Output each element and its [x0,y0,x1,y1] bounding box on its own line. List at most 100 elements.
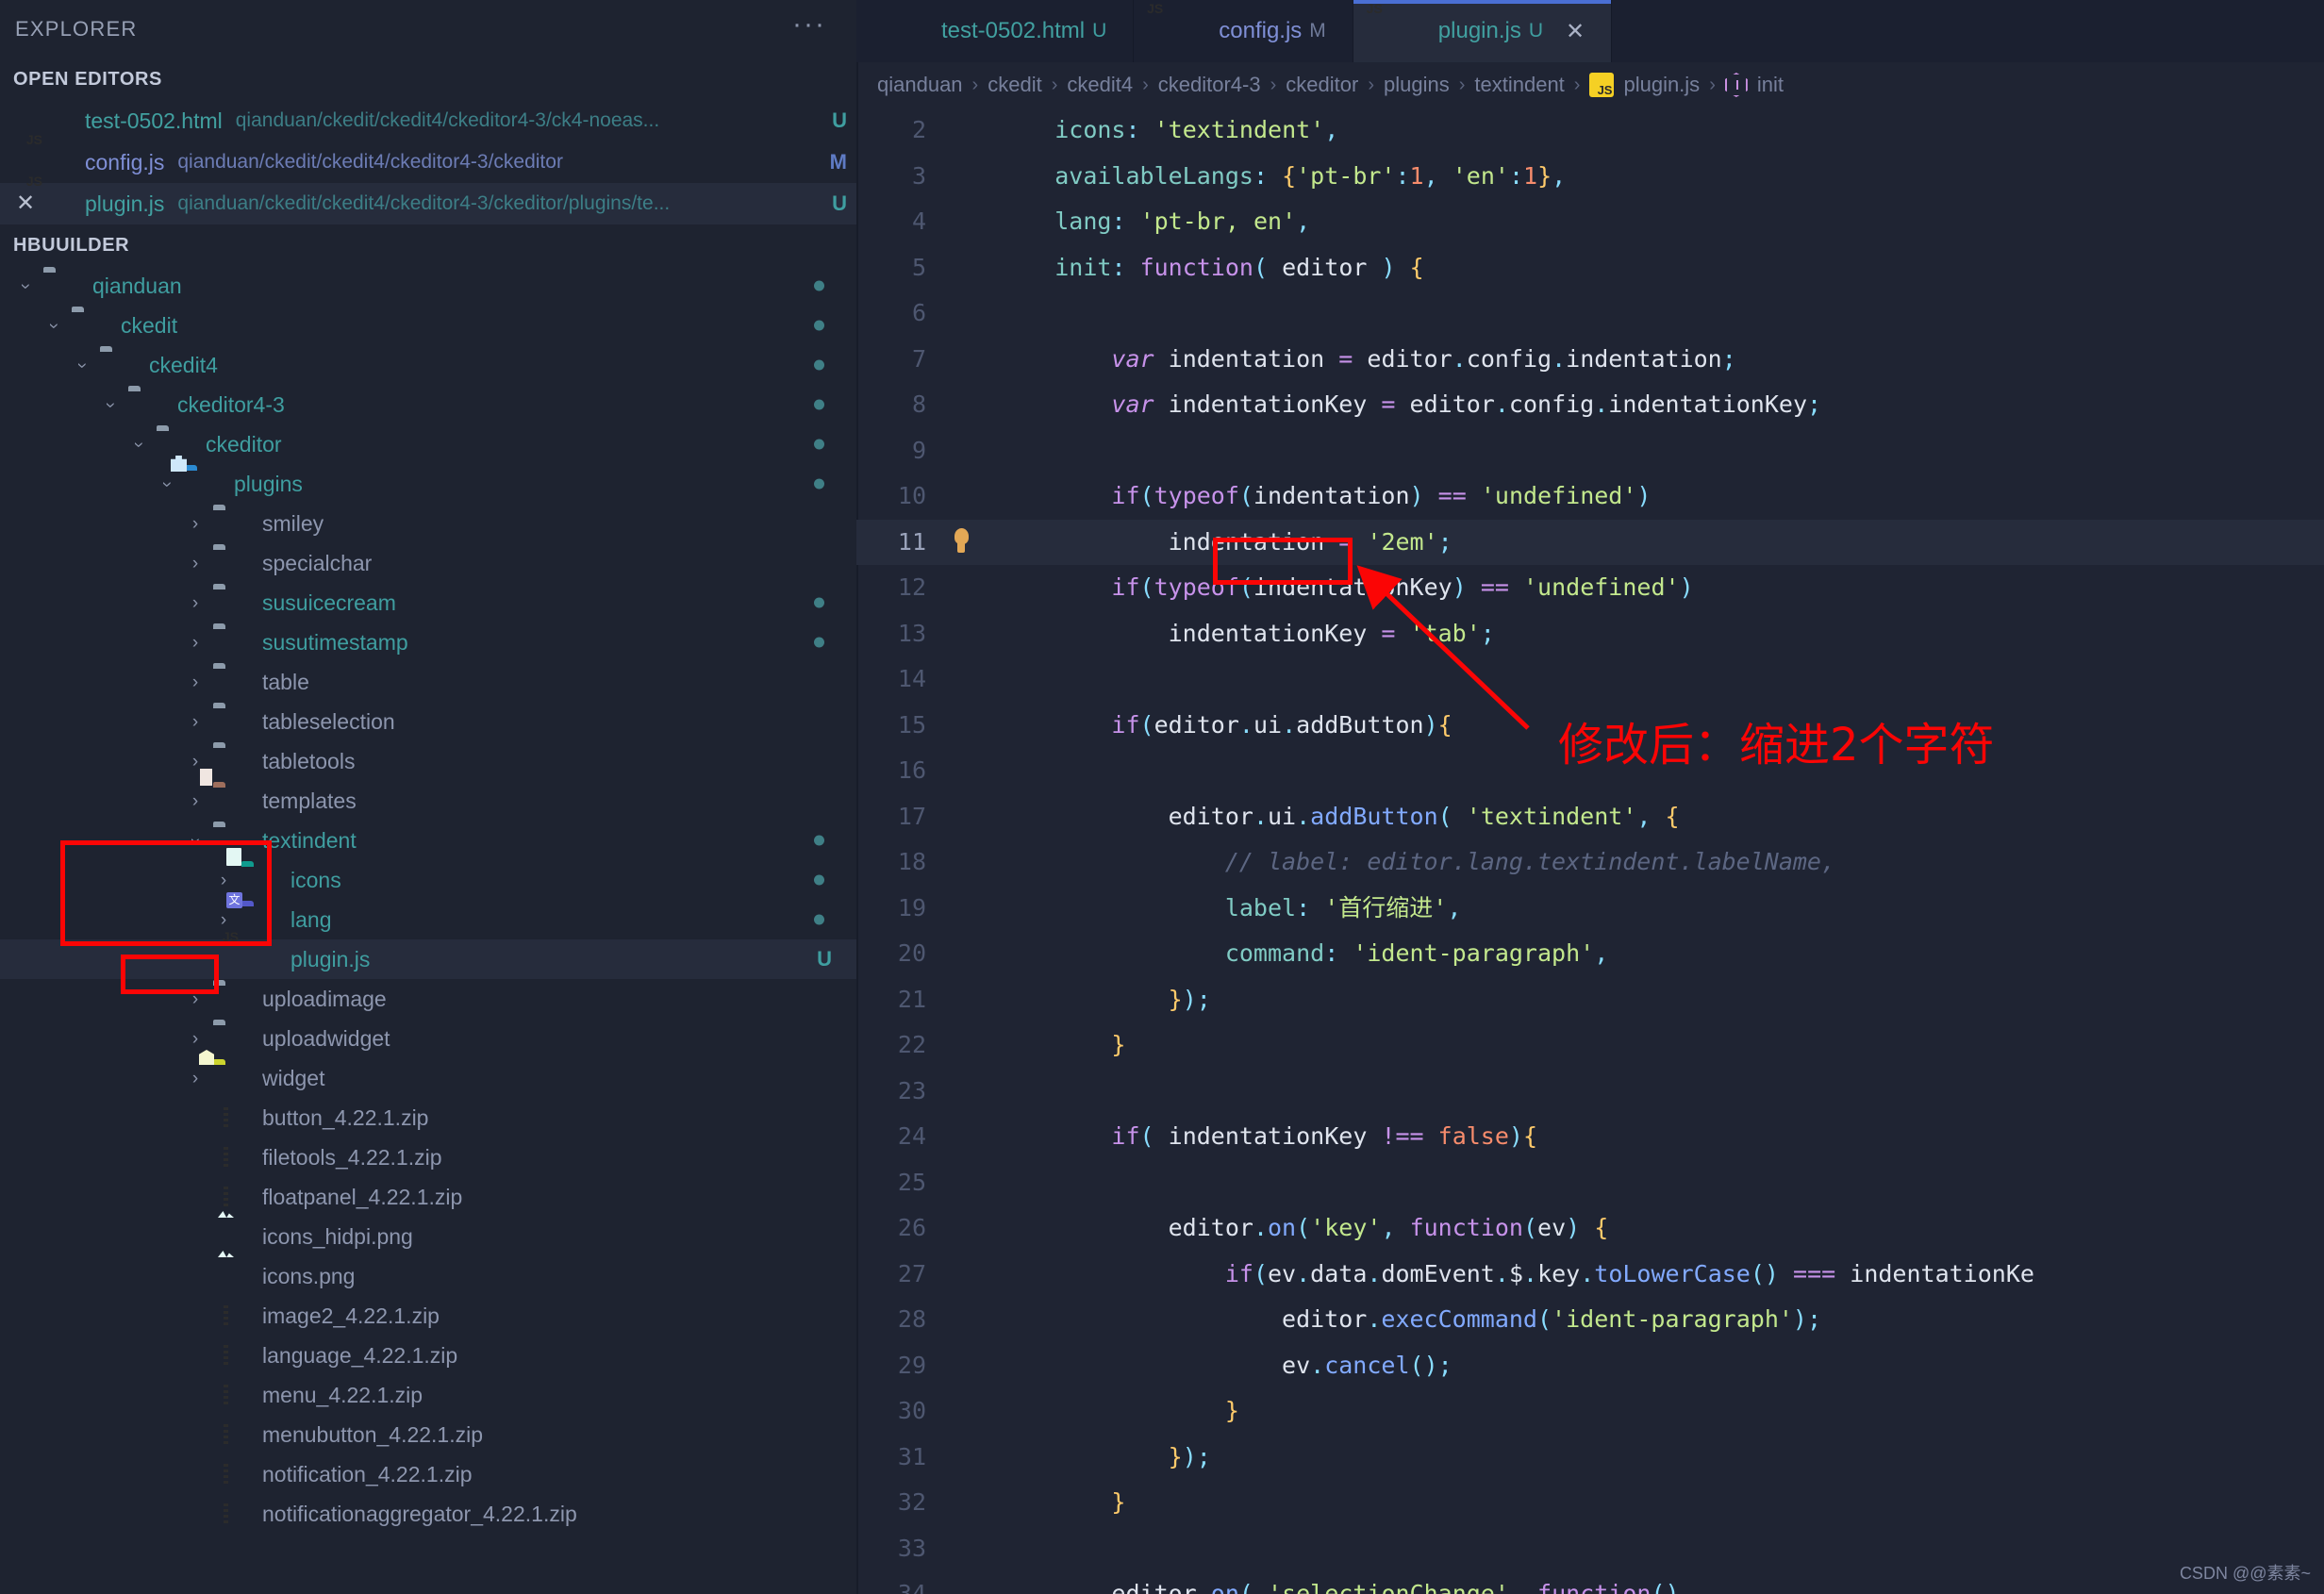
chevron-right-icon[interactable]: › [183,1030,208,1048]
code-line[interactable]: 4 lang: 'pt-br, en', [856,199,2324,245]
code-line[interactable]: 20 command: 'ident-paragraph', [856,931,2324,977]
tree-item-ckedit[interactable]: ›ckedit [0,306,856,345]
code-line[interactable]: 3 availableLangs: {'pt-br':1, 'en':1}, [856,154,2324,200]
code-line[interactable]: 28 editor.execCommand('ident-paragraph')… [856,1297,2324,1343]
chevron-right-icon[interactable]: › [183,594,208,612]
breadcrumb-item[interactable]: plugins [1384,73,1450,97]
breadcrumb-item[interactable]: ckeditor4-3 [1158,73,1261,97]
breadcrumb-item[interactable]: qianduan [877,73,963,97]
tree-item-notification-4-22-1-zip[interactable]: ›notification_4.22.1.zip [0,1454,856,1494]
code-line[interactable]: 18 // label: editor.lang.textindent.labe… [856,839,2324,886]
breadcrumb-item[interactable]: plugin.js [1623,73,1700,97]
tree-item-table[interactable]: ›table [0,662,856,702]
chevron-right-icon[interactable]: › [183,753,208,771]
tree-item-specialchar[interactable]: ›specialchar [0,543,856,583]
tree-item-plugins[interactable]: ›plugins [0,464,856,504]
code-line[interactable]: 5 init: function( editor ) { [856,245,2324,291]
tree-item-icons-png[interactable]: ›icons.png [0,1256,856,1296]
code-line[interactable]: 12 if(typeof(indentationKey) == 'undefin… [856,565,2324,611]
open-editors-header[interactable]: OPEN EDITORS [0,58,856,100]
code-line[interactable]: 34 editor.on( 'selectionChange', functio… [856,1571,2324,1594]
chevron-right-icon[interactable]: › [183,673,208,691]
code-line[interactable]: 24 if( indentationKey !== false){ [856,1114,2324,1160]
tree-item-notificationaggregator-4-22-1-zip[interactable]: ›notificationaggregator_4.22.1.zip [0,1494,856,1534]
code-line[interactable]: 29 ev.cancel(); [856,1343,2324,1389]
chevron-down-icon[interactable]: › [74,353,91,377]
tree-item-ckedit4[interactable]: ›ckedit4 [0,345,856,385]
code-line[interactable]: 17 editor.ui.addButton( 'textindent', { [856,794,2324,840]
tree-item-lang[interactable]: ›lang [0,900,856,939]
tree-item-smiley[interactable]: ›smiley [0,504,856,543]
code-line[interactable]: 10 if(typeof(indentation) == 'undefined'… [856,473,2324,520]
tab-config-js[interactable]: config.js M [1134,0,1353,62]
open-editor-row[interactable]: config.js qianduan/ckedit/ckedit4/ckedit… [0,141,856,183]
code-line[interactable]: 11 indentation = '2em'; [856,520,2324,566]
chevron-down-icon[interactable]: › [187,828,205,853]
chevron-down-icon[interactable]: › [45,313,63,338]
breadcrumb-item[interactable]: init [1757,73,1784,97]
tree-item-textindent[interactable]: ›textindent [0,821,856,860]
code-line[interactable]: 14 [856,656,2324,703]
tree-item-tabletools[interactable]: ›tabletools [0,741,856,781]
chevron-right-icon[interactable]: › [183,713,208,731]
code-editor[interactable]: 2 icons: 'textindent',3 availableLangs: … [856,108,2324,1594]
code-line[interactable]: 13 indentationKey = 'tab'; [856,611,2324,657]
chevron-down-icon[interactable]: › [130,432,148,457]
tree-item-ckeditor4-3[interactable]: ›ckeditor4-3 [0,385,856,424]
code-line[interactable]: 27 if(ev.data.domEvent.$.key.toLowerCase… [856,1252,2324,1298]
code-line[interactable]: 9 [856,428,2324,474]
code-line[interactable]: 30 } [856,1388,2324,1435]
code-line[interactable]: 19 label: '首行缩进', [856,886,2324,932]
chevron-right-icon[interactable]: › [183,990,208,1008]
tree-item-floatpanel-4-22-1-zip[interactable]: ›floatpanel_4.22.1.zip [0,1177,856,1217]
open-editor-row[interactable]: test-0502.html qianduan/ckedit/ckedit4/c… [0,100,856,141]
tree-item-image2-4-22-1-zip[interactable]: ›image2_4.22.1.zip [0,1296,856,1336]
lightbulb-icon[interactable] [953,528,970,555]
chevron-down-icon[interactable]: › [102,392,120,417]
code-line[interactable]: 8 var indentationKey = editor.config.ind… [856,382,2324,428]
breadcrumb-item[interactable]: ckedit4 [1067,73,1133,97]
chevron-down-icon[interactable]: › [158,472,176,496]
breadcrumb-item[interactable]: ckedit [988,73,1041,97]
chevron-right-icon[interactable]: › [183,555,208,573]
code-line[interactable]: 6 [856,291,2324,337]
tree-item-uploadimage[interactable]: ›uploadimage [0,979,856,1019]
breadcrumb-item[interactable]: ckeditor [1286,73,1358,97]
tree-item-plugin-js[interactable]: ›plugin.jsU [0,939,856,979]
tree-item-uploadwidget[interactable]: ›uploadwidget [0,1019,856,1058]
tree-item-widget[interactable]: ›widget [0,1058,856,1098]
project-header[interactable]: HBUUILDER [0,224,856,266]
chevron-down-icon[interactable]: › [17,274,35,298]
code-line[interactable]: 25 [856,1160,2324,1206]
chevron-right-icon[interactable]: › [183,792,208,810]
tree-item-button-4-22-1-zip[interactable]: ›button_4.22.1.zip [0,1098,856,1137]
tree-item-susutimestamp[interactable]: ›susutimestamp [0,623,856,662]
tree-item-filetools-4-22-1-zip[interactable]: ›filetools_4.22.1.zip [0,1137,856,1177]
tree-item-icons[interactable]: ›icons [0,860,856,900]
chevron-right-icon[interactable]: › [183,634,208,652]
code-line[interactable]: 21 }); [856,977,2324,1023]
code-line[interactable]: 2 icons: 'textindent', [856,108,2324,154]
code-line[interactable]: 22 } [856,1022,2324,1069]
code-line[interactable]: 7 var indentation = editor.config.indent… [856,337,2324,383]
tree-item-ckeditor[interactable]: ›ckeditor [0,424,856,464]
breadcrumb-item[interactable]: textindent [1474,73,1564,97]
chevron-right-icon[interactable]: › [183,1070,208,1088]
tree-item-qianduan[interactable]: ›qianduan [0,266,856,306]
chevron-right-icon[interactable]: › [211,911,236,929]
code-line[interactable]: 33 [856,1526,2324,1572]
close-icon[interactable]: ✕ [1566,18,1585,45]
chevron-right-icon[interactable]: › [183,515,208,533]
tree-item-susuicecream[interactable]: ›susuicecream [0,583,856,623]
tree-item-icons-hidpi-png[interactable]: ›icons_hidpi.png [0,1217,856,1256]
code-line[interactable]: 31 }); [856,1435,2324,1481]
chevron-right-icon[interactable]: › [211,872,236,889]
code-line[interactable]: 23 [856,1069,2324,1115]
tree-item-language-4-22-1-zip[interactable]: ›language_4.22.1.zip [0,1336,856,1375]
tree-item-tableselection[interactable]: ›tableselection [0,702,856,741]
code-line[interactable]: 26 editor.on('key', function(ev) { [856,1205,2324,1252]
tree-item-menu-4-22-1-zip[interactable]: ›menu_4.22.1.zip [0,1375,856,1415]
more-actions-icon[interactable]: ··· [792,13,826,36]
code-line[interactable]: 32 } [856,1480,2324,1526]
tree-item-menubutton-4-22-1-zip[interactable]: ›menubutton_4.22.1.zip [0,1415,856,1454]
